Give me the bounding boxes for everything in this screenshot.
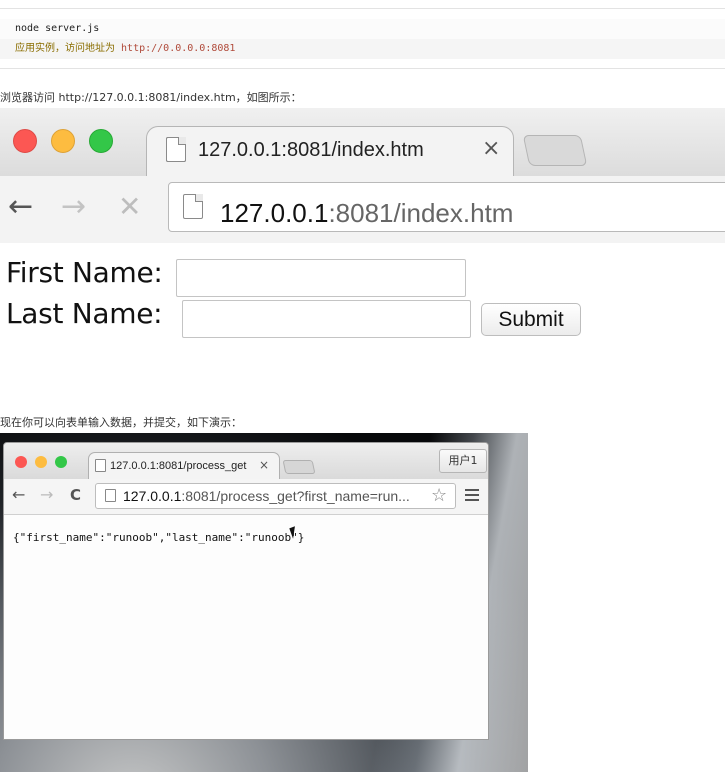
back-arrow-icon-2[interactable]: ← (12, 487, 25, 503)
bookmark-star-icon[interactable]: ☆ (431, 485, 447, 506)
tab-page-icon-2 (95, 459, 106, 472)
close-window-icon-2[interactable] (15, 456, 27, 468)
tab-close-icon[interactable]: × (482, 136, 500, 161)
user-profile-button[interactable]: 用户1 (439, 449, 487, 473)
code-line-command: node server.js (0, 19, 725, 39)
forward-arrow-icon-2[interactable]: → (40, 487, 53, 503)
browser-screenshot-2: 127.0.0.1:8081/process_get × 用户1 ← → C 1… (0, 433, 528, 772)
minimize-window-icon-2[interactable] (35, 456, 47, 468)
address-url-2[interactable]: 127.0.0.1:8081/process_get?first_name=ru… (123, 488, 433, 504)
instruction-paragraph-1: 浏览器访问 http://127.0.0.1:8081/index.htm，如图… (0, 91, 302, 104)
address-page-icon-2 (105, 489, 116, 502)
tab-title-2: 127.0.0.1:8081/process_get (110, 460, 247, 472)
minimize-window-icon[interactable] (51, 129, 75, 153)
first-name-input[interactable] (176, 259, 466, 297)
last-name-label: Last Name: (6, 297, 163, 330)
last-name-input[interactable] (182, 300, 471, 338)
browser-window-2: 127.0.0.1:8081/process_get × 用户1 ← → C 1… (3, 442, 489, 740)
url-path: :8081/index.htm (328, 198, 514, 228)
code-line-output: 应用实例，访问地址为 http://0.0.0.0:8081 (0, 39, 725, 59)
code-output-url: http://0.0.0.0:8081 (121, 43, 236, 54)
instruction-paragraph-2: 现在你可以向表单输入数据，并提交，如下演示： (0, 416, 242, 429)
zoom-window-icon[interactable] (89, 129, 113, 153)
submit-button[interactable]: Submit (481, 303, 581, 336)
zoom-window-icon-2[interactable] (55, 456, 67, 468)
reload-icon[interactable]: C (70, 487, 81, 503)
browser-screenshot-1: 127.0.0.1:8081/index.htm × ← → ✕ 127.0.0… (0, 108, 725, 243)
back-arrow-icon[interactable]: ← (8, 192, 33, 222)
code-output-text: 应用实例，访问地址为 (15, 43, 122, 54)
address-url[interactable]: 127.0.0.1:8081/index.htm (220, 198, 513, 229)
address-page-icon (183, 194, 203, 219)
url-host-2: 127.0.0.1 (123, 488, 182, 504)
new-tab-button[interactable] (522, 135, 588, 166)
tab-title: 127.0.0.1:8081/index.htm (198, 139, 424, 161)
json-response: {"first_name":"runoob","last_name":"runo… (13, 531, 305, 544)
forward-arrow-icon[interactable]: → (61, 192, 86, 222)
close-window-icon[interactable] (13, 129, 37, 153)
new-tab-button-2[interactable] (282, 460, 316, 474)
first-name-label: First Name: (6, 256, 163, 289)
menu-icon[interactable] (465, 489, 479, 501)
url-host: 127.0.0.1 (220, 198, 329, 228)
stop-loading-icon[interactable]: ✕ (118, 192, 141, 222)
tab-page-icon (166, 137, 186, 162)
tab-close-icon-2[interactable]: × (259, 458, 269, 472)
code-block: node server.js 应用实例，访问地址为 http://0.0.0.0… (0, 8, 725, 69)
url-path-2: :8081/process_get?first_name=run... (181, 488, 410, 504)
